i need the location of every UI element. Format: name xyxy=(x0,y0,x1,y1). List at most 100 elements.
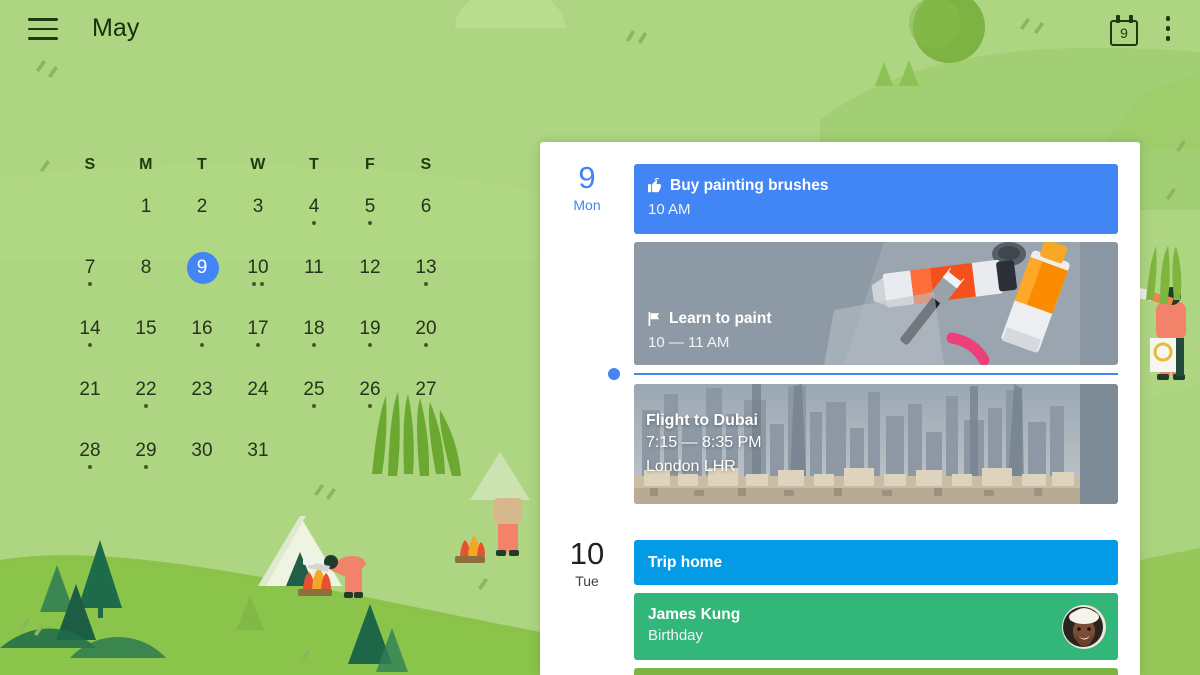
month-day-cell[interactable]: 4 xyxy=(286,195,342,235)
month-day-number: 4 xyxy=(308,196,320,217)
month-day-cell[interactable]: 30 xyxy=(174,439,230,479)
event-card-reminder[interactable]: Buy painting brushes 10 AM xyxy=(634,164,1118,234)
agenda-day-number: 9 xyxy=(578,160,596,195)
month-day-cell-empty xyxy=(398,439,454,479)
month-day-cell[interactable]: 8 xyxy=(118,256,174,296)
month-day-cell[interactable]: 18 xyxy=(286,317,342,357)
weekday-header: S xyxy=(84,156,96,173)
month-day-number: 13 xyxy=(415,257,437,278)
page-title: May xyxy=(92,14,140,42)
month-day-cell[interactable]: 24 xyxy=(230,378,286,418)
month-day-number: 9 xyxy=(196,257,208,278)
month-day-cell[interactable]: 5 xyxy=(342,195,398,235)
event-dots xyxy=(118,465,174,470)
month-day-number: 27 xyxy=(415,379,437,400)
event-dot xyxy=(87,343,93,348)
event-dots xyxy=(286,343,342,348)
month-day-number: 22 xyxy=(135,379,157,400)
agenda-day-events: Trip home James Kung Birthday xyxy=(634,518,1118,675)
event-text-block: Flight to Dubai 7:15 — 8:35 PM London LH… xyxy=(646,411,762,478)
month-day-cell[interactable]: 29 xyxy=(118,439,174,479)
event-card-trip[interactable]: Trip home xyxy=(634,540,1118,585)
event-dots xyxy=(342,343,398,348)
agenda-day-header[interactable]: 10 Tue xyxy=(540,518,634,675)
more-vertical-icon[interactable] xyxy=(1156,16,1180,46)
month-day-cell[interactable]: 16 xyxy=(174,317,230,357)
month-day-number: 2 xyxy=(196,196,208,217)
event-dots xyxy=(230,343,286,348)
event-dot xyxy=(87,282,93,287)
month-day-cell[interactable]: 11 xyxy=(286,256,342,296)
month-day-cell[interactable]: 14 xyxy=(62,317,118,357)
event-card-birthday[interactable]: James Kung Birthday xyxy=(634,593,1118,660)
top-app-bar: May 9 xyxy=(0,0,1200,62)
month-day-number: 15 xyxy=(135,318,157,339)
month-weeks: 1 2 3 4 5 6 7 8 9 10 11 12 13 14 15 16 17 18 19 20 21 22 23 24 2… xyxy=(62,195,474,479)
event-dots xyxy=(230,282,286,287)
event-card-flight[interactable]: Flight to Dubai 7:15 — 8:35 PM London LH… xyxy=(634,384,1118,504)
month-day-cell[interactable]: 28 xyxy=(62,439,118,479)
agenda-day-name: Tue xyxy=(575,573,599,589)
month-day-cell[interactable]: 17 xyxy=(230,317,286,357)
event-subtitle: Birthday xyxy=(648,627,704,644)
month-day-cell[interactable]: 9 xyxy=(174,252,230,296)
month-day-number: 18 xyxy=(303,318,325,339)
event-dot xyxy=(311,404,317,409)
month-day-cell[interactable]: 3 xyxy=(230,195,286,235)
month-week-row: 7 8 9 10 11 12 13 xyxy=(62,252,474,296)
event-dots xyxy=(118,404,174,409)
event-dots xyxy=(174,343,230,348)
month-day-number: 20 xyxy=(415,318,437,339)
month-day-cell-empty xyxy=(286,439,342,479)
month-day-cell[interactable]: 13 xyxy=(398,256,454,296)
agenda-day-header[interactable]: 9 Mon xyxy=(540,142,634,512)
current-time-indicator xyxy=(608,368,1118,380)
agenda-day-9: 9 Mon Buy painting brushes 10 AM Learn t… xyxy=(540,142,1140,512)
month-day-cell[interactable]: 25 xyxy=(286,378,342,418)
event-title: Flight to Dubai xyxy=(646,412,758,429)
month-day-cell[interactable]: 7 xyxy=(62,256,118,296)
calendar-today-icon[interactable]: 9 xyxy=(1110,14,1142,48)
month-day-cell[interactable]: 26 xyxy=(342,378,398,418)
month-day-number: 14 xyxy=(79,318,101,339)
weekday-header-row: S M T W T F S xyxy=(62,156,474,174)
current-time-dot xyxy=(608,368,620,380)
month-day-cell[interactable]: 19 xyxy=(342,317,398,357)
month-day-number: 6 xyxy=(420,196,432,217)
month-day-cell[interactable]: 22 xyxy=(118,378,174,418)
event-dots xyxy=(398,343,454,348)
event-dot xyxy=(255,343,261,348)
event-dot xyxy=(87,465,93,470)
month-day-cell[interactable]: 2 xyxy=(174,195,230,235)
weekday-header: M xyxy=(139,156,153,173)
month-grid: S M T W T F S 1 2 3 4 5 6 7 8 9 10 11 12 13 14 15 16 17 1… xyxy=(62,156,474,479)
agenda-day-name: Mon xyxy=(573,197,601,213)
month-day-cell[interactable]: 15 xyxy=(118,317,174,357)
event-card-goal[interactable]: Learn to paint 10 — 11 AM xyxy=(634,242,1118,365)
calendar-app-screen: May 9 S M T W T F S 1 2 3 4 5 6 7 8 9 10 11 12 13 14 1… xyxy=(0,0,1200,675)
hamburger-menu-icon[interactable] xyxy=(28,18,58,42)
calendar-icon-day-number: 9 xyxy=(1120,25,1128,41)
avatar xyxy=(1062,604,1106,649)
event-dot xyxy=(143,404,149,409)
event-dots xyxy=(342,221,398,226)
month-day-cell[interactable]: 6 xyxy=(398,195,454,235)
month-day-cell[interactable]: 1 xyxy=(118,195,174,235)
month-day-cell[interactable]: 10 xyxy=(230,256,286,296)
month-day-cell[interactable]: 12 xyxy=(342,256,398,296)
event-card-birthday-celebration[interactable]: Andrew's birthday celebration xyxy=(634,668,1118,675)
event-title: Trip home xyxy=(648,554,723,571)
month-day-number: 31 xyxy=(247,440,269,461)
month-day-cell[interactable]: 31 xyxy=(230,439,286,479)
month-day-cell[interactable]: 21 xyxy=(62,378,118,418)
month-day-cell[interactable]: 27 xyxy=(398,378,454,418)
month-day-cell[interactable]: 20 xyxy=(398,317,454,357)
month-day-cell-empty xyxy=(62,195,118,235)
event-dots xyxy=(62,465,118,470)
month-day-cell[interactable]: 23 xyxy=(174,378,230,418)
event-dot xyxy=(367,221,373,226)
agenda-panel: 9 Mon Buy painting brushes 10 AM Learn t… xyxy=(540,142,1140,675)
event-dots xyxy=(62,282,118,287)
month-day-number: 8 xyxy=(140,257,152,278)
month-week-row: 14 15 16 17 18 19 20 xyxy=(62,317,474,357)
